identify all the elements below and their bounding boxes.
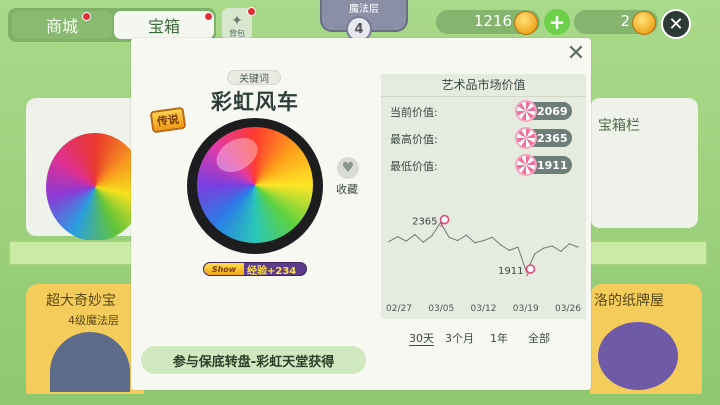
data-point <box>577 246 579 248</box>
plus-icon: + <box>548 10 566 34</box>
lollipop-marker-icon <box>439 214 450 225</box>
data-point <box>491 236 493 238</box>
gold-amount: 1216 <box>473 12 512 30</box>
shop-card-subtitle: 4级魔法层 <box>68 314 119 327</box>
price-history-chart: 2365 1911 02/27 03/05 03/12 03/19 03/26 <box>381 187 586 319</box>
data-point <box>534 253 536 255</box>
source-button[interactable]: 参与保底转盘-彩虹天堂获得 <box>141 346 366 374</box>
data-point <box>474 242 476 244</box>
min-value: 1911 <box>537 158 568 172</box>
current-value-pill: 2069 <box>515 100 572 122</box>
market-title: 艺术品市场价值 <box>441 78 526 92</box>
favorite-label: 收藏 <box>336 183 358 196</box>
chart-annotation-label: 2365 <box>412 217 437 228</box>
data-point <box>517 246 519 248</box>
chart-annotation-label: 1911 <box>498 266 523 277</box>
close-icon: ✕ <box>566 41 586 66</box>
background-lollipop-image <box>46 133 144 241</box>
chest-slot-label: 宝箱栏 <box>598 118 640 134</box>
data-point <box>543 247 545 249</box>
notification-dot <box>204 12 213 21</box>
x-tick-label: 02/27 <box>386 304 412 314</box>
x-tick-label: 03/26 <box>555 304 581 314</box>
max-value-label: 最高价值: <box>390 133 438 146</box>
data-point <box>414 233 416 236</box>
data-point <box>560 250 562 253</box>
min-value-label: 最低价值: <box>390 160 438 173</box>
data-point <box>388 241 390 243</box>
add-currency-button[interactable]: + <box>544 9 570 35</box>
top-tab-bar: 商城 宝箱 <box>8 8 216 42</box>
source-button-label: 参与保底转盘-彩虹天堂获得 <box>172 354 335 370</box>
secondary-amount: 2 <box>620 12 630 30</box>
lollipop-marker-icon <box>525 264 536 274</box>
exp-bar: Show 经验+234 <box>203 262 307 276</box>
max-value-pill: 2365 <box>515 127 572 149</box>
favorite-button[interactable]: ♥ <box>337 157 359 179</box>
tab-shop-label: 商城 <box>45 17 78 36</box>
data-point <box>500 244 502 246</box>
rarity-badge: 传说 <box>149 106 187 134</box>
data-point <box>508 249 510 251</box>
layer-label: 魔法层 <box>349 4 379 15</box>
divider <box>381 96 586 97</box>
gold-coin-icon <box>514 11 538 35</box>
data-point <box>448 236 450 238</box>
data-point <box>396 236 399 238</box>
tab-chest[interactable]: 宝箱 <box>114 11 214 39</box>
lollipop-currency-icon <box>515 127 537 149</box>
lollipop-currency-icon <box>515 154 537 176</box>
range-tab-3m[interactable]: 3个月 <box>445 330 474 346</box>
data-point <box>405 240 407 242</box>
close-screen-button[interactable]: ✕ <box>661 9 691 39</box>
tab-shop[interactable]: 商城 <box>12 11 112 39</box>
range-tab-30d[interactable]: 30天 <box>409 330 434 346</box>
range-tab-1y[interactable]: 1年 <box>490 330 508 346</box>
data-point <box>431 235 433 237</box>
dialog-close-button[interactable]: ✕ <box>565 43 587 65</box>
min-value-pill: 1911 <box>515 154 572 176</box>
range-tab-all[interactable]: 全部 <box>528 330 550 346</box>
exp-label: 经验+234 <box>247 265 297 276</box>
x-tick-label: 03/19 <box>513 304 539 314</box>
lollipop-currency-icon <box>515 100 537 122</box>
x-tick-label: 03/12 <box>471 304 497 314</box>
coin-icon <box>632 11 656 35</box>
gold-currency: 1216 <box>436 10 540 35</box>
item-name: 彩虹风车 <box>211 90 299 114</box>
data-point <box>482 239 485 242</box>
notification-dot <box>247 7 256 16</box>
data-point <box>457 239 459 242</box>
bag-icon: ✦ <box>231 13 243 29</box>
tab-chest-label: 宝箱 <box>147 17 180 36</box>
x-tick-label: 03/05 <box>428 304 454 314</box>
close-icon: ✕ <box>668 13 684 35</box>
max-value: 2365 <box>537 131 568 145</box>
current-value: 2069 <box>537 104 568 118</box>
shop-card-title: 洛的纸牌屋 <box>594 293 664 309</box>
show-tag: Show <box>204 263 244 275</box>
data-point <box>568 243 571 245</box>
heart-icon: ♥ <box>341 160 355 176</box>
current-value-label: 当前价值: <box>390 106 438 119</box>
data-point <box>422 241 424 243</box>
shop-card-title: 超大奇妙宝 <box>46 293 116 309</box>
data-point <box>551 245 553 247</box>
secondary-currency: 2 <box>574 10 658 35</box>
chart-background <box>381 187 586 319</box>
keyword-tag: 关键词 <box>227 70 281 85</box>
data-point <box>465 234 467 236</box>
notification-dot <box>82 12 91 21</box>
shop-card-image <box>598 322 678 390</box>
